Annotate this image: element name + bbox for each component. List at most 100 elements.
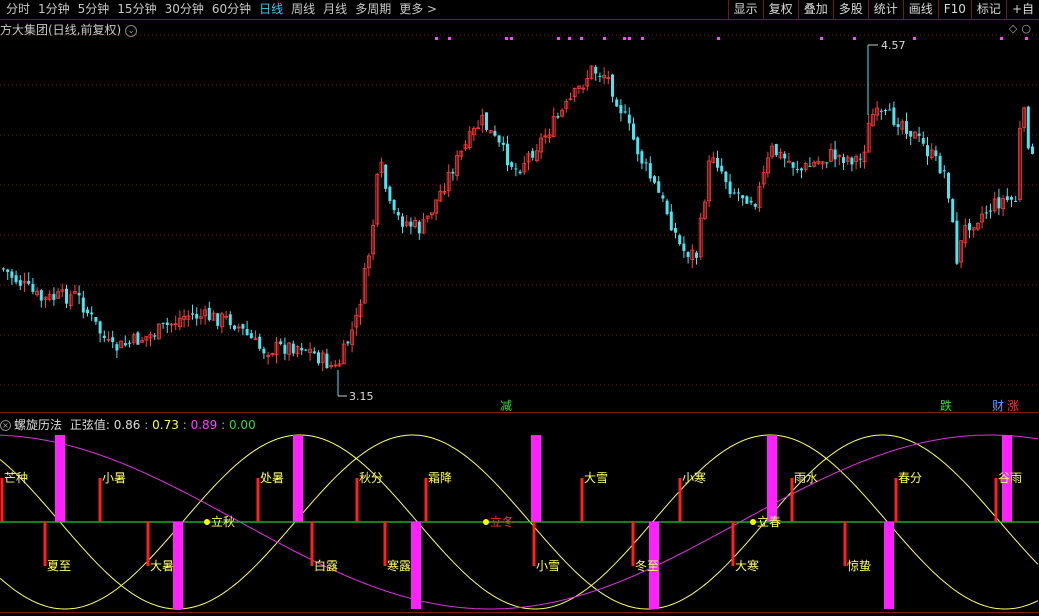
candle-body [102,335,106,338]
candle-body [396,212,400,216]
candle-body [531,150,535,158]
candle-body [737,192,740,194]
candle-body [2,268,5,270]
magenta-bar [767,435,777,522]
term-label: 立冬 [490,514,514,529]
term-label: 处暑 [260,471,284,485]
candle-body [86,309,89,314]
candle-body [636,137,640,155]
magenta-bar [531,435,541,522]
candle-body [850,157,854,165]
candle-body [123,343,127,346]
candle-body [934,150,938,157]
term-label: 雨水 [794,471,818,485]
candle-body [1005,196,1009,201]
term-label: 谷雨 [998,471,1022,485]
candle-body [94,317,98,322]
candle-body [800,168,803,171]
candle-body [842,157,845,163]
candle-body [98,321,102,334]
candle-body [921,138,925,144]
magenta-bar [293,435,303,522]
candle-body [665,200,669,215]
candle-body [31,283,35,292]
candle-body [77,293,81,296]
candle-body [1010,197,1013,200]
event-marker: 减 [500,399,512,413]
candle-body [926,145,929,157]
candle-body [283,344,287,354]
candle-body [833,149,837,160]
candle-body [653,176,656,183]
candle-body [258,336,262,349]
indicator-name: 螺旋历法 [14,418,63,432]
candle-body [451,171,455,174]
candle-body [741,195,745,199]
candle-body [686,252,690,257]
term-label: 芒种 [4,470,28,485]
candle-body [619,105,623,114]
candle-body [136,332,140,345]
candle-body [661,195,665,199]
candle-body [501,142,505,145]
candle-body [249,333,253,339]
term-label: 立秋 [211,514,235,529]
term-label: 大暑 [150,559,174,573]
candle-body [317,352,320,364]
candle-body [241,324,245,329]
candle-body [90,312,94,315]
candle-body [384,164,388,189]
candle-body [128,342,131,344]
event-dot [628,37,631,40]
term-label: 小雪 [536,559,560,573]
indicator-title: × 螺旋历法 正弦值: 0.86 : 0.73 : 0.89 : 0.00 [0,416,256,433]
indicator-value-2: 0.73 [152,418,179,432]
candle-body [514,168,518,170]
term-dot [204,519,210,525]
candle-body [791,162,795,168]
candle-body [233,325,236,330]
panel-divider [0,412,1039,413]
candle-body [191,313,194,315]
candle-body [695,252,698,258]
indicator-value-1: 0.86 [113,418,141,432]
close-icon[interactable]: × [0,420,11,431]
candle-body [325,353,329,369]
candle-body [648,163,652,179]
event-dot [623,37,626,40]
candle-body [615,99,619,107]
magenta-bar [55,435,65,522]
event-dot [505,37,508,40]
candle-body [27,280,31,284]
magenta-bar [173,522,183,609]
candle-body [905,121,908,134]
candle-body [417,221,421,234]
term-label: 大寒 [735,558,759,573]
candle-body [884,109,887,111]
candle-body [1014,200,1018,202]
event-dot [1025,37,1028,40]
candle-body [955,220,959,264]
candle-body [909,131,913,137]
candle-body [81,297,85,313]
candle-body [879,110,883,112]
candle-body [497,135,501,143]
candle-body [304,349,308,351]
term-label: 秋分 [359,471,383,485]
candle-body [300,347,304,351]
candle-body [115,344,119,351]
candle-body [917,133,921,136]
candle-body [598,75,602,77]
candle-body [623,111,627,113]
candle-body [858,158,862,160]
event-marker: 跌 [940,398,952,413]
candle-body [52,294,56,300]
low-price-label: 3.15 [349,390,374,403]
term-label: 冬至 [635,558,659,573]
candle-body [262,348,266,354]
candle-body [783,153,787,159]
panel-bottom [0,612,1039,613]
candle-body [716,157,719,168]
event-dot [435,37,438,40]
candle-body [745,196,749,204]
